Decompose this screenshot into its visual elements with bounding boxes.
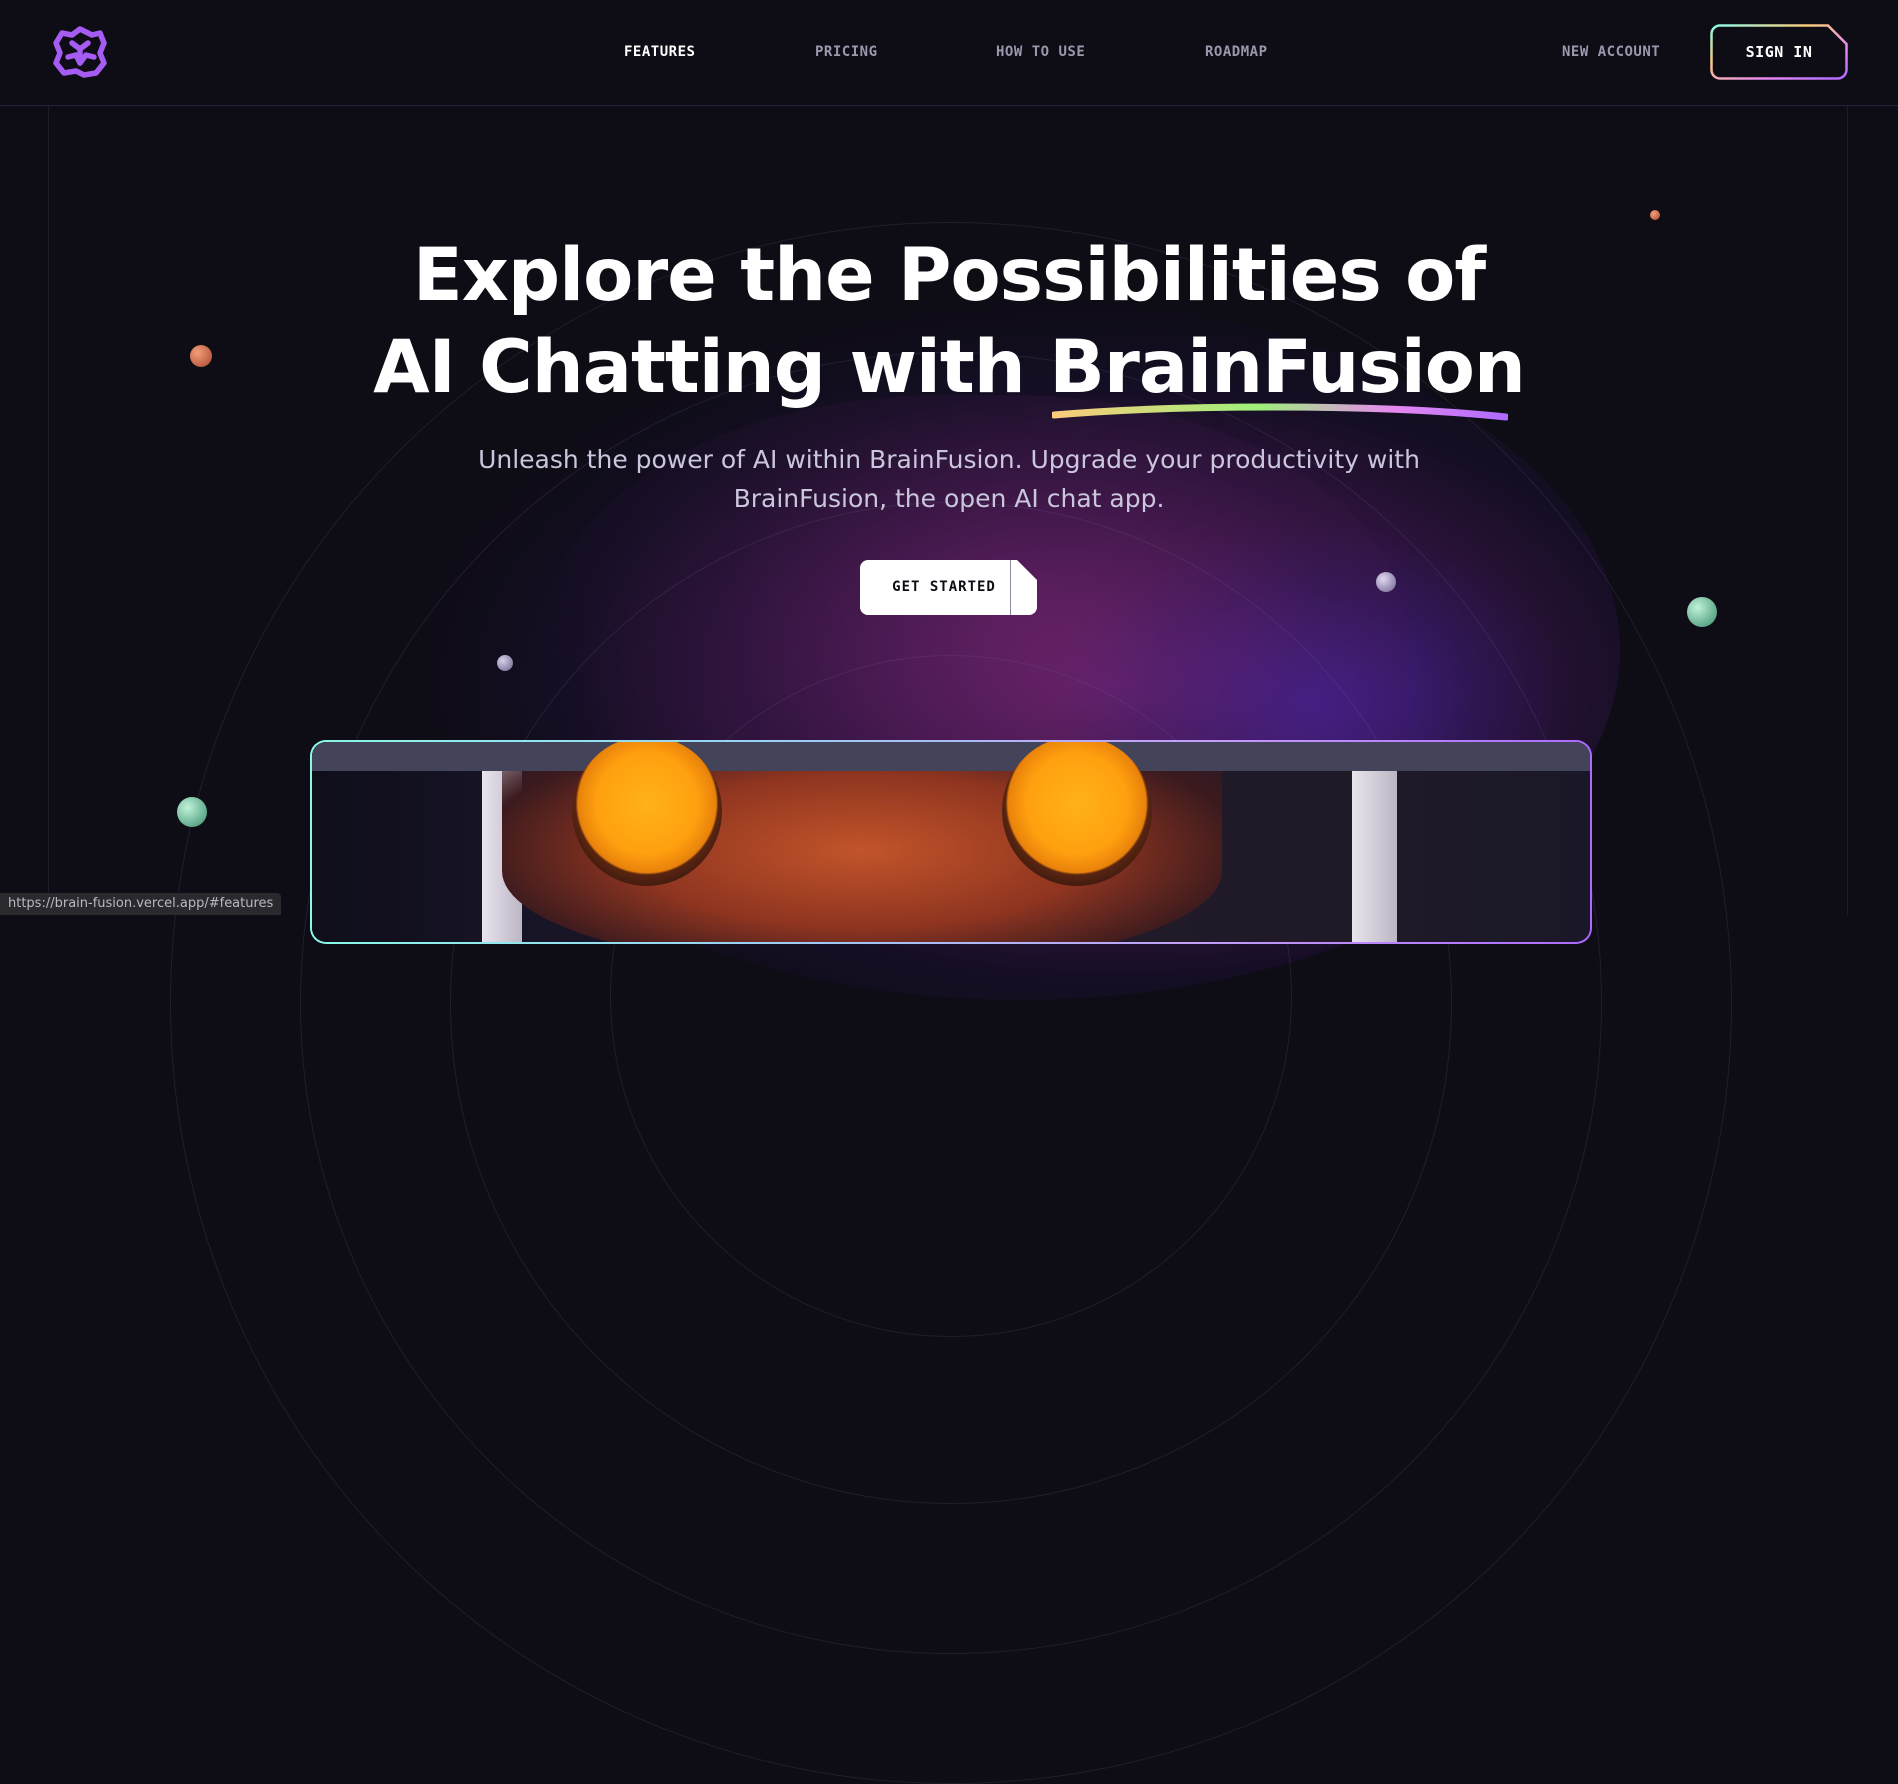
- decorative-orb: [177, 797, 207, 827]
- decorative-orb: [1650, 210, 1660, 220]
- hero-subtitle-line1: Unleash the power of AI within BrainFusi…: [478, 445, 1420, 474]
- nav-how-to-use[interactable]: HOW TO USE: [996, 44, 1085, 60]
- hero-title: Explore the Possibilities of AI Chatting…: [0, 230, 1898, 414]
- sign-in-button[interactable]: SIGN IN: [1710, 24, 1848, 80]
- get-started-label: GET STARTED: [892, 579, 996, 595]
- hero-title-line2: AI Chatting with BrainFusion: [0, 322, 1898, 414]
- robot-face: [502, 742, 1222, 942]
- nav-pricing[interactable]: PRICING: [815, 44, 878, 60]
- app-preview-frame: [310, 740, 1592, 944]
- hero-subtitle: Unleash the power of AI within BrainFusi…: [420, 440, 1478, 518]
- robot-helmet-right: [1352, 771, 1397, 942]
- nav-roadmap[interactable]: ROADMAP: [1205, 44, 1268, 60]
- brainfusion-logo-icon[interactable]: [52, 25, 108, 79]
- robot-left-eye: [572, 742, 722, 886]
- site-header: FEATURES PRICING HOW TO USE ROADMAP NEW …: [0, 0, 1898, 106]
- decorative-orb: [497, 655, 513, 671]
- get-started-button[interactable]: GET STARTED: [860, 560, 1037, 615]
- decorative-orb: [190, 345, 212, 367]
- browser-status-url: https://brain-fusion.vercel.app/#feature…: [0, 893, 282, 915]
- sign-in-label: SIGN IN: [1745, 43, 1813, 61]
- nav-features[interactable]: FEATURES: [624, 44, 695, 60]
- robot-image: [312, 742, 1590, 942]
- app-preview-window: [312, 742, 1590, 942]
- frame-line-left: [48, 105, 49, 915]
- frame-line-right: [1847, 105, 1848, 915]
- new-account-link[interactable]: NEW ACCOUNT: [1562, 44, 1660, 60]
- app-preview-top-bar: [312, 742, 1590, 771]
- robot-right-eye: [1002, 742, 1152, 886]
- brand-underline-curve: [1052, 403, 1508, 421]
- decorative-orb: [1687, 597, 1717, 627]
- decorative-orb: [1376, 572, 1396, 592]
- hero-title-line1: Explore the Possibilities of: [412, 233, 1486, 318]
- hero-title-line2-prefix: AI Chatting with: [373, 325, 1050, 410]
- hero-subtitle-line2: BrainFusion, the open AI chat app.: [733, 484, 1165, 513]
